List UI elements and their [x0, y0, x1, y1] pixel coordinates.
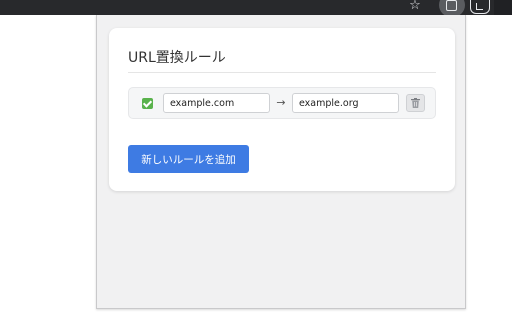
extension-popup: URL置換ルール → 新しいルールを追加 [96, 15, 466, 309]
add-rule-button[interactable]: 新しいルールを追加 [128, 145, 249, 173]
puzzle-icon[interactable] [470, 0, 490, 14]
extension-active-icon [446, 0, 457, 11]
trash-icon [411, 98, 420, 108]
to-url-input[interactable] [292, 93, 399, 113]
rules-card: URL置換ルール → 新しいルールを追加 [109, 28, 455, 191]
arrow-right-icon: → [276, 96, 286, 109]
browser-toolbar: ☆ [0, 0, 512, 17]
star-icon[interactable]: ☆ [405, 0, 425, 16]
title-divider [128, 72, 436, 73]
popup-title: URL置換ルール [128, 50, 226, 66]
browser-menu-area [494, 0, 512, 15]
delete-rule-button[interactable] [406, 94, 425, 112]
from-url-input[interactable] [163, 93, 270, 113]
rule-row: → [128, 87, 436, 119]
rule-enabled-checkbox[interactable] [142, 98, 153, 109]
